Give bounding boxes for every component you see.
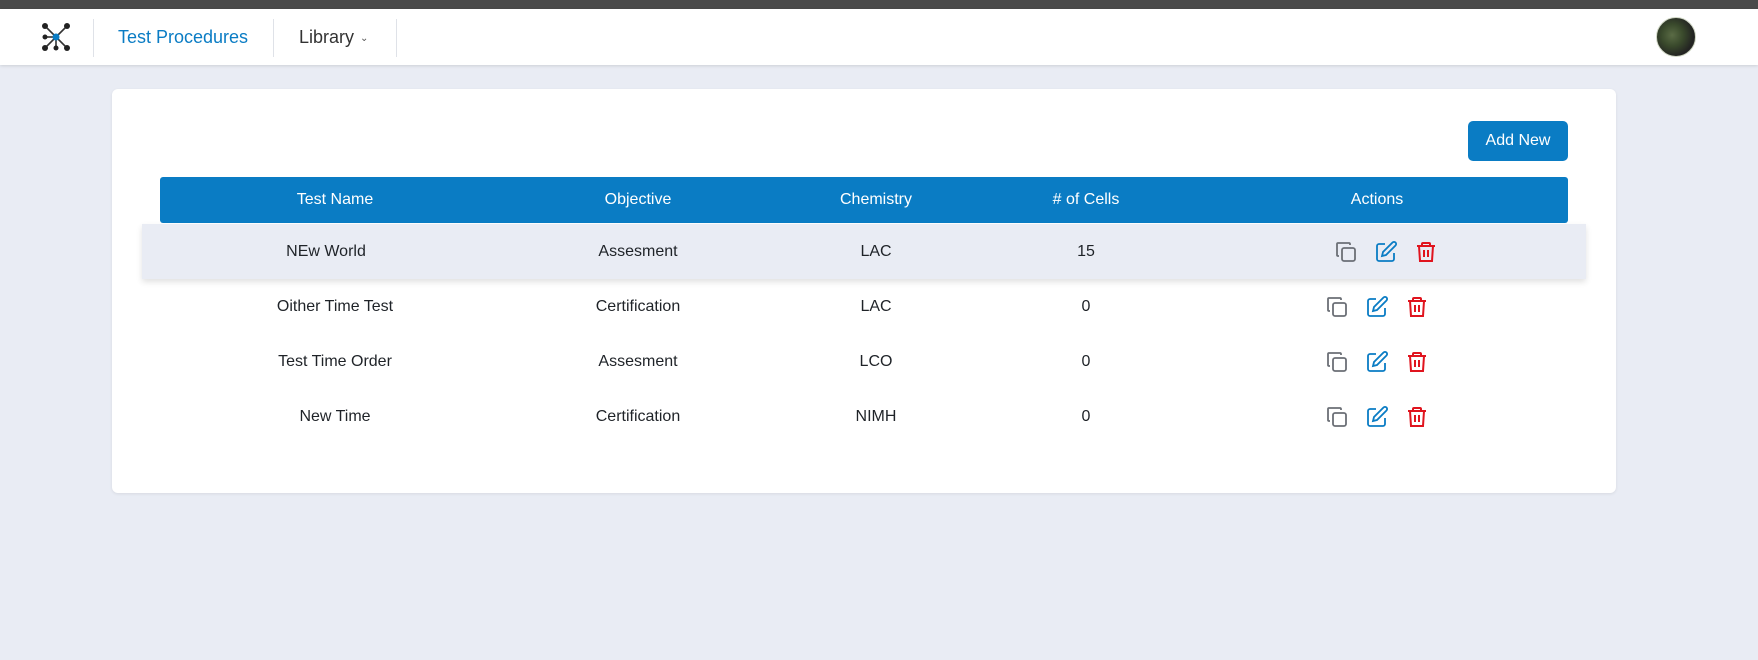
copy-icon[interactable] (1324, 404, 1350, 430)
cell-chemistry: LCO (859, 352, 893, 370)
molecule-logo-icon[interactable] (40, 21, 72, 53)
edit-icon[interactable] (1364, 349, 1390, 375)
chevron-down-icon: ⌄ (360, 32, 369, 44)
delete-icon[interactable] (1404, 294, 1430, 320)
cell-objective: Assesment (598, 242, 678, 260)
cell-objective: Assesment (598, 352, 678, 370)
table-row[interactable]: Oither Time Test Certification LAC 0 (160, 279, 1568, 334)
edit-icon[interactable] (1373, 239, 1399, 265)
cell-test-name: Oither Time Test (276, 297, 394, 315)
user-avatar[interactable] (1656, 17, 1696, 57)
table-header: Test Name Objective Chemistry # of Cells… (160, 177, 1568, 223)
cell-chemistry: NIMH (855, 407, 897, 425)
delete-icon[interactable] (1404, 349, 1430, 375)
add-new-button[interactable]: Add New (1468, 121, 1568, 161)
nav-divider (396, 19, 397, 57)
test-procedures-card: Add New Test Name Objective Chemistry # … (112, 89, 1616, 493)
cell-objective: Certification (595, 407, 681, 425)
column-header-objective: Objective (604, 191, 672, 208)
cell-test-name: Test Time Order (278, 352, 392, 370)
row-actions (1186, 404, 1568, 430)
delete-icon[interactable] (1413, 239, 1439, 265)
nav-divider (273, 19, 274, 57)
delete-icon[interactable] (1404, 404, 1430, 430)
nav-item-test-procedures[interactable]: Test Procedures (118, 9, 248, 65)
cell-cells: 0 (1081, 352, 1091, 370)
table-row[interactable]: NEw World Assesment LAC 15 (142, 224, 1586, 279)
table-row[interactable]: Test Time Order Assesment LCO 0 (160, 334, 1568, 389)
table-row[interactable]: New Time Certification NIMH 0 (160, 389, 1568, 444)
cell-cells: 15 (1077, 242, 1095, 260)
column-header-cells: # of Cells (1052, 191, 1120, 208)
browser-chrome-strip (0, 0, 1758, 9)
row-actions (1186, 349, 1568, 375)
row-actions (1186, 294, 1568, 320)
nav-divider (93, 19, 94, 57)
cell-cells: 0 (1081, 297, 1091, 315)
nav-item-label: Library (299, 26, 355, 47)
top-navbar: Test Procedures Library ⌄ (0, 9, 1758, 65)
column-header-test-name: Test Name (296, 191, 374, 208)
cell-objective: Certification (595, 297, 681, 315)
cell-chemistry: LAC (860, 297, 892, 315)
column-header-actions: Actions (1350, 191, 1404, 208)
copy-icon[interactable] (1324, 349, 1350, 375)
edit-icon[interactable] (1364, 294, 1390, 320)
column-header-chemistry: Chemistry (839, 191, 912, 208)
nav-item-library[interactable]: Library ⌄ (299, 9, 368, 65)
cell-test-name: NEw World (286, 242, 366, 260)
cell-chemistry: LAC (860, 242, 892, 260)
nav-item-label: Test Procedures (118, 26, 249, 47)
copy-icon[interactable] (1333, 239, 1359, 265)
row-actions (1186, 239, 1586, 265)
cell-cells: 0 (1081, 407, 1091, 425)
cell-test-name: New Time (299, 407, 371, 425)
edit-icon[interactable] (1364, 404, 1390, 430)
copy-icon[interactable] (1324, 294, 1350, 320)
